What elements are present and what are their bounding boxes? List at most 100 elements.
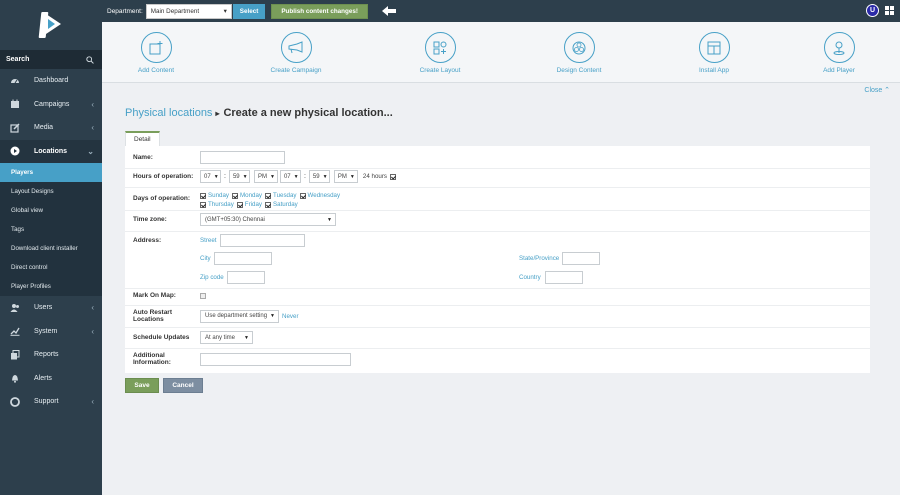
logo[interactable] [0, 0, 102, 50]
chevron-left-icon: ‹ [91, 397, 94, 407]
all-day-label: 24 hours [362, 173, 387, 180]
tab-detail[interactable]: Detail [125, 131, 160, 147]
sidebar-search[interactable]: Search [0, 50, 102, 69]
add-content-action[interactable]: Add Content [106, 32, 206, 74]
start-minute-select[interactable]: 59 ▼ [228, 170, 250, 183]
day-checkbox[interactable] [200, 192, 206, 199]
day-sunday[interactable]: Sunday [200, 192, 229, 199]
schedule-select[interactable]: At any time ▼ [200, 331, 253, 344]
sidebar-item-reports[interactable]: Reports [0, 343, 102, 367]
additional-info-row: Additional Information: [133, 352, 351, 366]
day-friday[interactable]: Friday [236, 201, 262, 208]
users-icon [10, 303, 20, 313]
sidebar-item-users[interactable]: Users ‹ [0, 296, 102, 320]
day-checkbox[interactable] [236, 201, 243, 208]
auto-restart-note: Never [282, 312, 299, 320]
day-label: Friday [244, 201, 262, 208]
auto-restart-select[interactable]: Use department setting ▼ [200, 309, 279, 323]
sidebar-subitem-tags[interactable]: Tags [0, 220, 102, 239]
logo-icon [38, 10, 64, 40]
all-day-checkbox[interactable] [390, 173, 396, 180]
day-saturday[interactable]: Saturday [265, 201, 298, 208]
close-link[interactable]: Close ⌃ [864, 86, 890, 94]
sidebar-subitem-player-profiles[interactable]: Player Profiles [0, 277, 102, 296]
day-monday[interactable]: Monday [232, 192, 262, 199]
sidebar-subitem-label: Download client installer [11, 245, 78, 252]
sidebar-subitem-label: Players [11, 169, 34, 176]
street-label: Street [200, 237, 217, 244]
dashboard-icon [10, 76, 20, 86]
create-campaign-action[interactable]: Create Campaign [246, 32, 346, 74]
divider [125, 168, 870, 169]
sidebar-subitem-layout-designs[interactable]: Layout Designs [0, 182, 102, 201]
install-app-action[interactable]: Install App [664, 32, 764, 74]
create-layout-action[interactable]: Create Layout [390, 32, 490, 74]
quick-action-label: Create Campaign [270, 67, 322, 74]
street-input[interactable] [219, 234, 305, 247]
day-thursday[interactable]: Thursday [200, 201, 234, 208]
divider [125, 231, 870, 232]
cancel-button[interactable]: Cancel [163, 378, 203, 393]
additional-info-input[interactable] [200, 352, 351, 366]
start-hour-select[interactable]: 07 ▼ [200, 170, 221, 183]
end-minute-value: 59 [312, 173, 320, 180]
sidebar-item-dashboard[interactable]: Dashboard [0, 69, 102, 93]
department-select[interactable]: Main Department ▾ [145, 3, 232, 19]
sidebar-subitem-direct-control[interactable]: Direct control [0, 258, 102, 277]
layout-icon [424, 32, 456, 63]
quick-action-label: Design Content [556, 67, 602, 74]
sidebar-item-alerts[interactable]: Alerts [0, 367, 102, 391]
city-input[interactable] [213, 252, 272, 265]
sidebar-subitem-global-view[interactable]: Global view [0, 201, 102, 220]
sidebar-item-system[interactable]: System ‹ [0, 320, 102, 344]
search-icon[interactable] [86, 55, 94, 64]
sidebar-subitem-players[interactable]: Players [0, 163, 102, 182]
end-ampm-select[interactable]: PM ▼ [333, 170, 358, 183]
end-minute-select[interactable]: 59 ▼ [308, 170, 330, 183]
sidebar-item-label: Campaigns [34, 100, 70, 108]
country-input[interactable] [544, 271, 583, 284]
sidebar-item-label: Reports [34, 351, 59, 359]
windows-grid-icon[interactable] [885, 6, 894, 15]
timezone-select[interactable]: (GMT+05:30) Chennai ▼ [200, 213, 336, 226]
publish-button[interactable]: Publish content changes! [271, 3, 368, 19]
time-separator: : [303, 173, 306, 180]
design-content-action[interactable]: Design Content [529, 32, 629, 74]
day-checkbox[interactable] [265, 192, 272, 199]
end-hour-value: 07 [283, 173, 291, 180]
timezone-value: (GMT+05:30) Chennai [205, 216, 265, 223]
additional-info-label: Additional Information: [133, 352, 171, 366]
mark-on-map-checkbox[interactable] [200, 292, 206, 299]
hours-row: Hours of operation: 07 ▼ : 59 ▼ PM ▼ 07 ▼ : … [133, 170, 398, 183]
zip-input[interactable] [226, 271, 265, 284]
select-button[interactable]: Select [232, 3, 266, 19]
sidebar-item-locations[interactable]: Locations ⌄ [0, 139, 102, 163]
divider [125, 210, 870, 211]
day-wednesday[interactable]: Wednesday [299, 192, 340, 199]
breadcrumb-parent[interactable]: Physical locations [125, 107, 212, 119]
start-ampm-select[interactable]: PM ▼ [253, 170, 278, 183]
sidebar-subitem-download-client[interactable]: Download client installer [0, 239, 102, 258]
state-input[interactable] [562, 252, 601, 265]
user-avatar[interactable]: U [866, 4, 879, 17]
day-tuesday[interactable]: Tuesday [265, 192, 297, 199]
day-checkbox[interactable] [299, 192, 306, 199]
schedule-row: Schedule Updates At any time ▼ [133, 331, 253, 344]
quick-action-label: Install App [699, 67, 729, 74]
name-input[interactable] [200, 151, 285, 164]
timezone-label: Time zone: [133, 216, 167, 223]
end-hour-select[interactable]: 07 ▼ [279, 170, 301, 183]
day-checkbox[interactable] [200, 201, 206, 208]
add-player-action[interactable]: Add Player [789, 32, 889, 74]
save-button[interactable]: Save [125, 378, 159, 393]
sidebar-item-media[interactable]: Media ‹ [0, 116, 102, 140]
day-checkbox[interactable] [265, 201, 271, 208]
sidebar-item-campaigns[interactable]: Campaigns ‹ [0, 93, 102, 117]
day-label: Saturday [273, 201, 298, 208]
sidebar-item-support[interactable]: Support ‹ [0, 390, 102, 414]
day-checkbox[interactable] [232, 192, 238, 199]
country-row: Country [519, 271, 583, 284]
add-content-icon [140, 32, 172, 63]
caret-down-icon: ▼ [322, 173, 328, 180]
chevron-left-icon: ‹ [91, 123, 94, 133]
